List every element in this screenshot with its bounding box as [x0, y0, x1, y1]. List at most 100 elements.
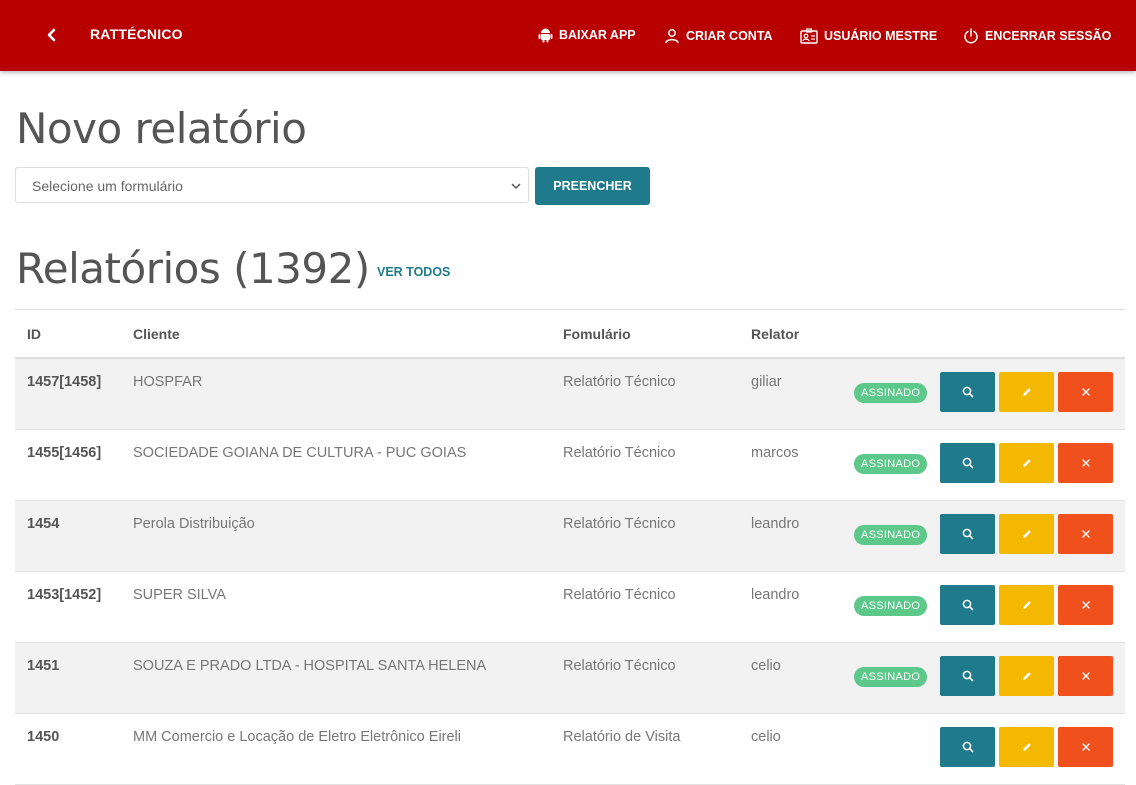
app-brand[interactable]: RATTÉCNICO — [90, 26, 183, 42]
view-button[interactable] — [940, 656, 995, 696]
pencil-icon — [1021, 457, 1033, 469]
cell-form: Relatório de Visita — [563, 729, 681, 745]
cell-client: SUPER SILVA — [133, 587, 226, 603]
id-card-icon — [800, 28, 818, 44]
column-header-reporter: Relator — [751, 326, 800, 342]
pencil-icon — [1021, 599, 1033, 611]
nav-download-app[interactable]: BAIXAR APP — [538, 27, 636, 43]
nav-logout[interactable]: ENCERRAR SESSÃO — [963, 28, 1111, 44]
delete-button[interactable] — [1058, 372, 1113, 412]
cell-reporter: giliar — [751, 374, 782, 390]
nav-master-user[interactable]: USUÁRIO MESTRE — [800, 28, 937, 44]
form-select[interactable]: Selecione um formulário — [15, 167, 529, 203]
delete-button[interactable] — [1058, 727, 1113, 767]
pencil-icon — [1021, 670, 1033, 682]
cell-id: 1457[1458] — [27, 374, 102, 390]
edit-button[interactable] — [999, 656, 1054, 696]
edit-button[interactable] — [999, 514, 1054, 554]
view-button[interactable] — [940, 727, 995, 767]
view-button[interactable] — [940, 514, 995, 554]
nav-logout-label: ENCERRAR SESSÃO — [985, 29, 1112, 43]
chevron-left-icon — [47, 28, 56, 42]
cell-form: Relatório Técnico — [563, 587, 676, 603]
table-row: 1454 Perola Distribuição Relatório Técnico… — [15, 501, 1125, 572]
cell-reporter: celio — [751, 729, 781, 745]
nav-create-account[interactable]: CRIAR CONTA — [664, 28, 773, 44]
cell-client: HOSPFAR — [133, 374, 203, 390]
cell-id: 1455[1456] — [27, 445, 102, 461]
cell-reporter: celio — [751, 658, 781, 674]
table-header: ID Cliente Fomulário Relator — [15, 310, 1125, 359]
cell-form: Relatório Técnico — [563, 516, 676, 532]
column-header-client: Cliente — [133, 326, 180, 342]
view-button[interactable] — [940, 443, 995, 483]
column-header-id: ID — [27, 326, 41, 342]
cell-form: Relatório Técnico — [563, 374, 676, 390]
see-all-link[interactable]: VER TODOS — [377, 265, 450, 279]
cell-reporter: leandro — [751, 516, 800, 532]
cell-form: Relatório Técnico — [563, 445, 676, 461]
nav-master-user-label: USUÁRIO MESTRE — [824, 29, 938, 43]
cell-id: 1453[1452] — [27, 587, 102, 603]
nav-create-account-label: CRIAR CONTA — [686, 29, 773, 43]
cell-reporter: marcos — [751, 445, 799, 461]
edit-button[interactable] — [999, 727, 1054, 767]
edit-button[interactable] — [999, 585, 1054, 625]
table-row: 1455[1456] SOCIEDADE GOIANA DE CULTURA - … — [15, 430, 1125, 501]
table-row: 1453[1452] SUPER SILVA Relatório Técnico le… — [15, 572, 1125, 643]
android-icon — [538, 28, 553, 43]
cell-client: SOCIEDADE GOIANA DE CULTURA - PUC GOIAS — [133, 445, 467, 461]
status-badge: ASSINADO — [854, 383, 928, 403]
pencil-icon — [1021, 741, 1033, 753]
column-header-form: Fomulário — [563, 326, 631, 342]
table-row: 1457[1458] HOSPFAR Relatório Técnico giliar… — [15, 359, 1125, 430]
search-icon — [962, 457, 974, 469]
delete-button[interactable] — [1058, 656, 1113, 696]
pencil-icon — [1021, 528, 1033, 540]
cell-client: SOUZA E PRADO LTDA - HOSPITAL SANTA HELE… — [133, 658, 487, 674]
pencil-icon — [1021, 386, 1033, 398]
close-icon — [1081, 600, 1091, 610]
cell-id: 1451 — [27, 658, 60, 674]
power-icon — [964, 28, 978, 44]
status-badge: ASSINADO — [854, 667, 928, 687]
delete-button[interactable] — [1058, 443, 1113, 483]
close-icon — [1081, 387, 1091, 397]
delete-button[interactable] — [1058, 585, 1113, 625]
cell-form: Relatório Técnico — [563, 658, 676, 674]
close-icon — [1081, 529, 1091, 539]
cell-id: 1454 — [27, 516, 60, 532]
edit-button[interactable] — [999, 372, 1054, 412]
view-button[interactable] — [940, 372, 995, 412]
cell-client: MM Comercio e Locação de Eletro Eletrôni… — [133, 729, 461, 745]
top-navbar: RATTÉCNICO BAIXAR APP CRIAR CONTA USUÁRI… — [0, 0, 1136, 71]
user-icon — [665, 29, 679, 44]
reports-title: Relatórios (1392) — [16, 244, 370, 293]
reports-table: ID Cliente Fomulário Relator 1457[1458] H… — [15, 309, 1125, 785]
new-report-title: Novo relatório — [16, 104, 307, 153]
cell-client: Perola Distribuição — [133, 516, 255, 532]
close-icon — [1081, 742, 1091, 752]
status-badge: ASSINADO — [854, 596, 928, 616]
search-icon — [962, 670, 974, 682]
table-body: 1457[1458] HOSPFAR Relatório Técnico giliar… — [15, 359, 1125, 785]
cell-id: 1450 — [27, 729, 60, 745]
table-row: 1450 MM Comercio e Locação de Eletro Elet… — [15, 714, 1125, 785]
close-icon — [1081, 458, 1091, 468]
search-icon — [962, 599, 974, 611]
search-icon — [962, 386, 974, 398]
close-icon — [1081, 671, 1091, 681]
status-badge: ASSINADO — [854, 525, 928, 545]
search-icon — [962, 528, 974, 540]
chevron-down-icon — [511, 183, 521, 190]
search-icon — [962, 741, 974, 753]
back-button[interactable] — [40, 22, 64, 48]
table-row: 1451 SOUZA E PRADO LTDA - HOSPITAL SANTA … — [15, 643, 1125, 714]
cell-reporter: leandro — [751, 587, 800, 603]
status-badge: ASSINADO — [854, 454, 928, 474]
view-button[interactable] — [940, 585, 995, 625]
edit-button[interactable] — [999, 443, 1054, 483]
delete-button[interactable] — [1058, 514, 1113, 554]
fill-button[interactable]: PREENCHER — [535, 167, 650, 205]
nav-download-app-label: BAIXAR APP — [559, 28, 636, 42]
